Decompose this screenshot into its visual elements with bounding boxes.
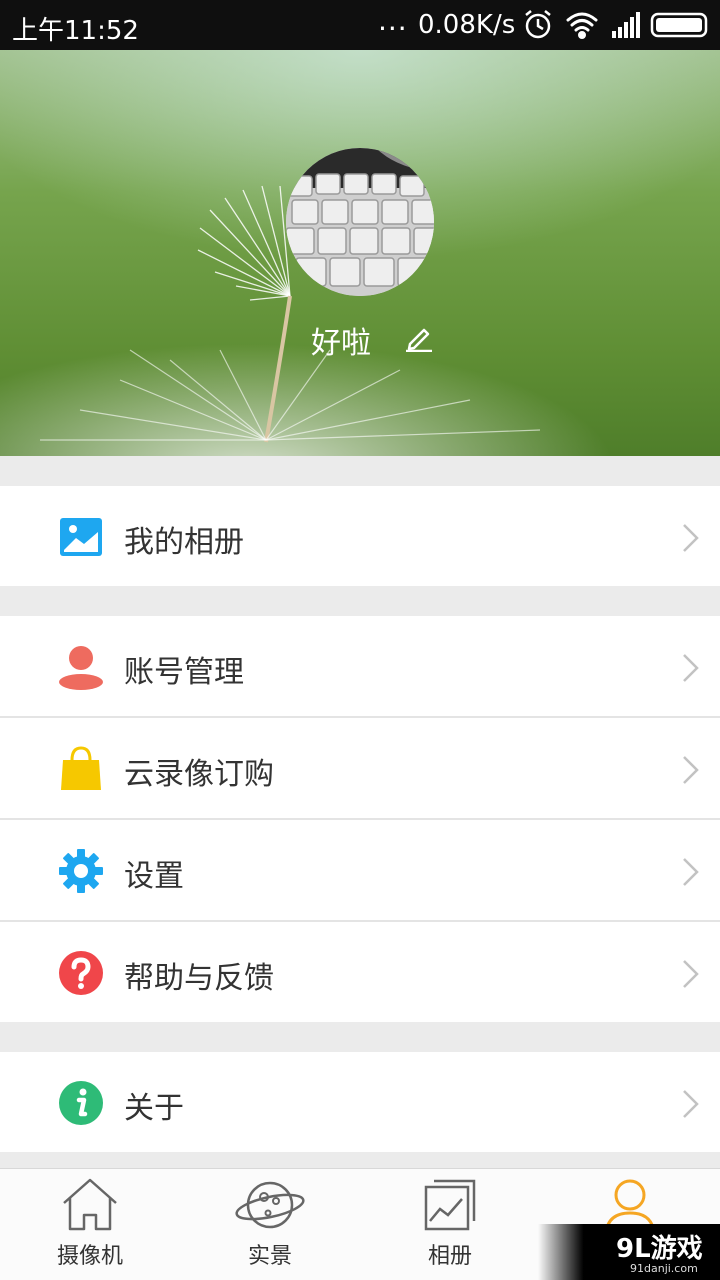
menu-item-help-feedback[interactable]: 帮助与反馈 [0,922,720,1022]
profile-header: 好啦 [0,50,720,456]
network-speed: 0.08K/s [418,10,516,40]
person-icon [59,646,103,690]
keyboard-photo [286,148,434,296]
menu-item-album[interactable]: 我的相册 [0,486,720,586]
tab-live-view[interactable]: 实景 [180,1169,360,1280]
gear-icon [59,849,103,893]
menu-item-cloud-recording[interactable]: 云录像订购 [0,718,720,818]
watermark-logo: 9L游戏 91danji.com [538,1224,720,1280]
menu-label-cloud: 云录像订购 [124,757,274,792]
menu-label-settings: 设置 [124,859,184,894]
tab-album[interactable]: 相册 [360,1169,540,1280]
username: 好啦 [311,326,371,361]
menu-item-settings[interactable]: 设置 [0,820,720,920]
status-time: 上午11:52 [12,16,139,46]
question-icon [59,951,103,995]
chevron-right-icon [683,654,699,682]
menu-label-help: 帮助与反馈 [124,961,274,996]
gallery-icon [424,1179,476,1231]
menu-label-album: 我的相册 [124,525,244,560]
status-dots: ... [378,4,408,37]
alarm-icon [525,10,551,39]
chevron-right-icon [683,858,699,886]
shopping-bag-icon [61,746,101,790]
menu-item-about[interactable]: 关于 [0,1052,720,1152]
tab-label: 摄像机 [56,1244,123,1269]
chevron-right-icon [683,524,699,552]
info-icon [59,1081,103,1125]
menu-item-account[interactable]: 账号管理 [0,616,720,716]
status-bar: 上午11:52 ... 0.08K/s [0,0,720,50]
tab-label: 相册 [427,1244,472,1269]
watermark-main: 9L游戏 [616,1234,703,1264]
pencil-icon[interactable] [404,322,434,352]
planet-icon [235,1181,305,1229]
chevron-right-icon [683,1090,699,1118]
house-icon [63,1178,117,1231]
image-icon [60,518,102,556]
watermark-sub: 91danji.com [630,1262,698,1275]
signal-icon [612,12,640,38]
chevron-right-icon [683,756,699,784]
tab-camera[interactable]: 摄像机 [0,1169,180,1280]
screen: 上午11:52 ... 0.08K/s 好啦 我的相册 账号管理 云录像订购 设… [0,0,720,1280]
avatar[interactable] [286,148,434,296]
battery-icon [650,12,708,38]
menu-label-about: 关于 [124,1091,184,1126]
menu-label-account: 账号管理 [124,655,244,690]
chevron-right-icon [683,960,699,988]
wifi-icon [566,12,598,39]
tab-label: 实景 [247,1244,292,1269]
